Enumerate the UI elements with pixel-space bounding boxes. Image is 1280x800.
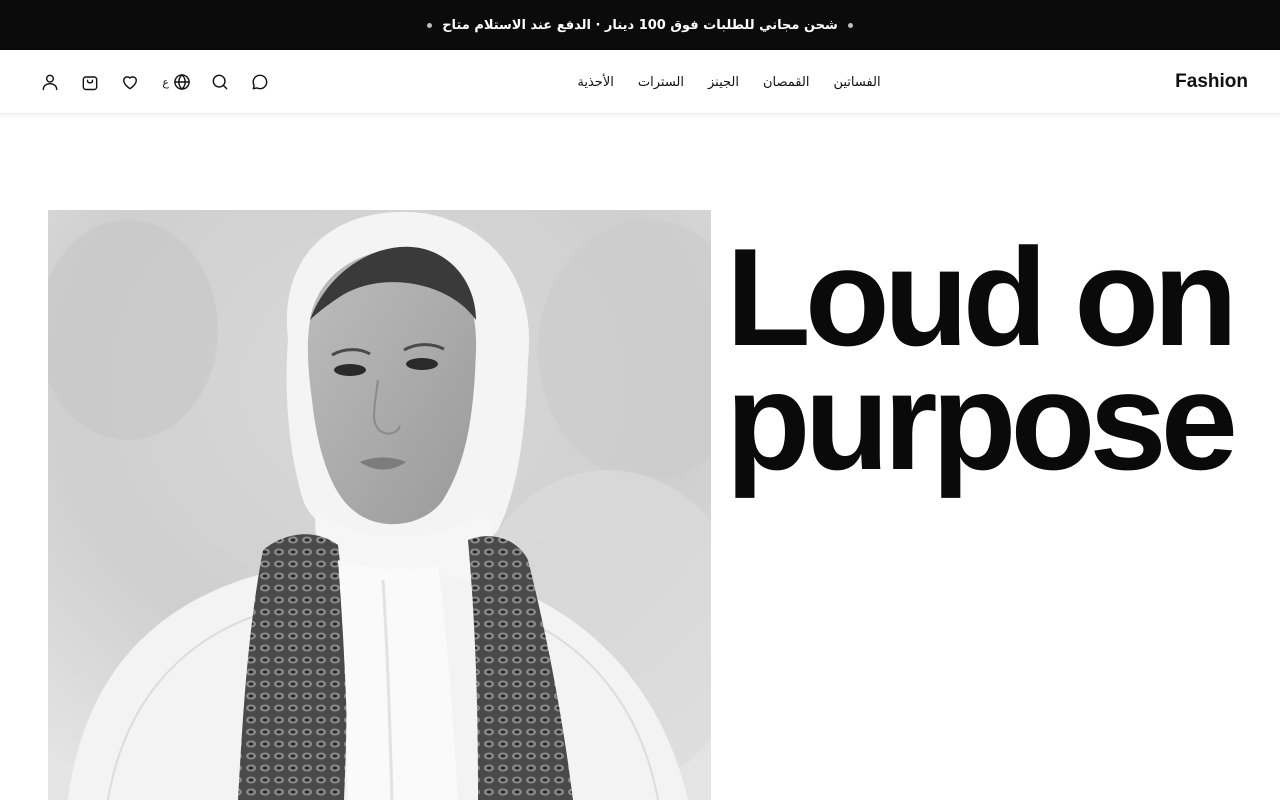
cart-icon bbox=[82, 76, 98, 91]
user-icon bbox=[42, 74, 58, 91]
announcement-bar: شحن مجاني للطلبات فوق 100 دينار · الدفع … bbox=[0, 0, 1280, 50]
nav-item-dresses[interactable]: الفساتين bbox=[833, 75, 880, 90]
search-icon bbox=[212, 74, 228, 90]
hero-headline-line1: Loud on bbox=[725, 220, 1238, 375]
bullet-dot-icon bbox=[847, 22, 853, 28]
language-label: ع bbox=[162, 75, 169, 89]
hero-image bbox=[48, 210, 711, 800]
chat-icon bbox=[252, 74, 268, 90]
nav-item-jeans[interactable]: الجينز bbox=[708, 75, 739, 90]
hero-headline-line2: purpose bbox=[725, 344, 1238, 499]
heart-icon bbox=[123, 76, 137, 90]
nav-item-jackets[interactable]: السترات bbox=[638, 75, 684, 90]
nav-item-shirts[interactable]: القمصان bbox=[763, 75, 809, 90]
language-button[interactable]: ع bbox=[158, 70, 192, 94]
nav-item-shoes[interactable]: الأحذية bbox=[577, 75, 613, 90]
site-logo[interactable]: Fashion bbox=[1175, 50, 1248, 114]
nav-list: الفساتين القمصان الجينز السترات الأحذية bbox=[577, 75, 880, 90]
site-header: ع الفساتين القمصان الجينز السترات الأحذي… bbox=[0, 50, 1280, 114]
cart-button[interactable] bbox=[78, 70, 102, 94]
bullet-dot-icon bbox=[427, 22, 433, 28]
wishlist-button[interactable] bbox=[118, 70, 142, 94]
chat-button[interactable] bbox=[248, 70, 272, 94]
announcement-text: شحن مجاني للطلبات فوق 100 دينار · الدفع … bbox=[442, 17, 838, 33]
hero-headline: Loud on purpose bbox=[725, 220, 1238, 499]
hero-portrait-illustration bbox=[48, 210, 711, 800]
search-button[interactable] bbox=[208, 70, 232, 94]
announcement-content: شحن مجاني للطلبات فوق 100 دينار · الدفع … bbox=[427, 18, 853, 33]
globe-icon bbox=[174, 74, 190, 90]
header-icon-group: ع bbox=[38, 50, 288, 114]
account-button[interactable] bbox=[38, 70, 62, 94]
